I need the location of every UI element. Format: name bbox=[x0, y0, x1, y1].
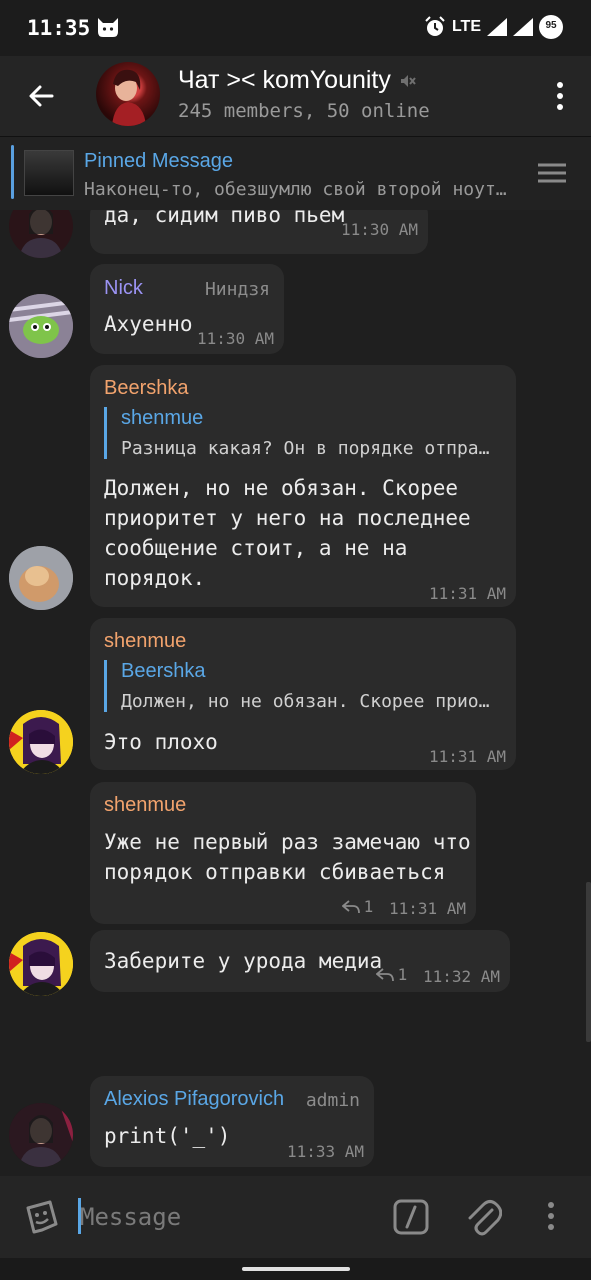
cat-notification-icon bbox=[98, 18, 118, 37]
sender-role: Ниндзя bbox=[204, 279, 270, 300]
message-bubble[interactable]: shenmue Beershka Должен, но не обязан. С… bbox=[90, 618, 516, 770]
status-icons: LTE 95 bbox=[424, 15, 563, 39]
reply-text: Разница какая? Он в порядке отпра… bbox=[121, 438, 490, 459]
message-text: Заберите у урода медиа bbox=[104, 949, 383, 973]
sender-name[interactable]: Beershka bbox=[104, 377, 189, 400]
reply-quote[interactable]: shenmue Разница какая? Он в порядке отпр… bbox=[104, 407, 504, 459]
sender-name[interactable]: shenmue bbox=[104, 794, 186, 817]
message-time: 11:31 AM bbox=[428, 584, 506, 603]
message-text: да, сидим пиво пьем bbox=[104, 210, 345, 227]
message-time: 11:33 AM bbox=[286, 1142, 364, 1161]
reply-arrow-icon bbox=[341, 899, 360, 913]
chat-avatar[interactable] bbox=[96, 62, 160, 126]
avatar-image bbox=[9, 932, 73, 996]
chat-header: Чат >< komYounity 245 members, 50 online bbox=[0, 56, 591, 136]
message-time: 11:31 AM bbox=[388, 898, 466, 918]
status-time: 11:35 bbox=[27, 16, 91, 40]
reply-count[interactable]: 1 bbox=[341, 897, 374, 916]
chat-avatar-image bbox=[112, 69, 146, 126]
message-composer bbox=[0, 1176, 591, 1258]
message-input[interactable] bbox=[80, 1197, 370, 1237]
sender-name[interactable]: Alexios Pifagorovich bbox=[104, 1088, 284, 1111]
avatar[interactable] bbox=[9, 210, 73, 258]
pinned-text: Наконец-то, обезшумлю свой второй ноут… bbox=[84, 179, 507, 200]
sticker-icon[interactable] bbox=[22, 1198, 60, 1236]
avatar[interactable] bbox=[9, 710, 73, 774]
network-type: LTE bbox=[451, 18, 481, 35]
avatar[interactable] bbox=[9, 1103, 73, 1167]
message-bubble[interactable]: Beershka shenmue Разница какая? Он в пор… bbox=[90, 365, 516, 607]
avatar[interactable] bbox=[9, 932, 73, 996]
message-text: print('_') bbox=[104, 1124, 231, 1148]
avatar-image bbox=[9, 294, 73, 358]
sender-name[interactable]: shenmue bbox=[104, 630, 186, 653]
attach-icon[interactable] bbox=[464, 1196, 502, 1238]
message-time: 11:31 AM bbox=[428, 747, 506, 766]
avatar-image bbox=[9, 546, 73, 610]
system-nav-bar bbox=[0, 1258, 591, 1280]
message-bubble[interactable]: Заберите у урода медиа 1 11:32 AM bbox=[90, 930, 510, 992]
mute-icon bbox=[400, 74, 416, 87]
back-arrow-icon[interactable] bbox=[20, 74, 64, 118]
message-time: 11:30 AM bbox=[196, 329, 274, 348]
reply-count-value: 1 bbox=[397, 965, 408, 984]
battery-level: 95 bbox=[545, 20, 557, 31]
reply-text: Должен, но не обязан. Скорее прио… bbox=[121, 691, 490, 712]
message-text: Уже не первый раз замечаю что порядок от… bbox=[104, 830, 471, 884]
chat-title: Чат >< komYounity bbox=[178, 66, 391, 94]
reply-count[interactable]: 1 bbox=[375, 965, 408, 984]
pinned-title: Pinned Message bbox=[84, 150, 233, 172]
avatar-image bbox=[19, 210, 63, 258]
alarm-icon bbox=[425, 16, 445, 36]
reply-quote[interactable]: Beershka Должен, но не обязан. Скорее пр… bbox=[104, 660, 504, 712]
reply-count-value: 1 bbox=[363, 897, 374, 916]
message-list[interactable]: да, сидим пиво пьем 11:30 AM Nick Ниндзя… bbox=[0, 210, 591, 1176]
message-meta: 1 11:32 AM bbox=[375, 965, 500, 986]
message-text: Должен, но не обязан. Скорее приоритет у… bbox=[104, 476, 471, 590]
message-time: 11:30 AM bbox=[340, 220, 418, 239]
message-bubble[interactable]: Alexios Pifagorovich admin print('_') 11… bbox=[90, 1076, 374, 1167]
avatar[interactable] bbox=[9, 294, 73, 358]
pinned-list-icon[interactable] bbox=[537, 163, 567, 183]
more-vert-icon[interactable] bbox=[542, 1198, 560, 1234]
signal-icon-2 bbox=[513, 18, 533, 36]
message-time: 11:32 AM bbox=[422, 966, 500, 986]
message-bubble[interactable]: shenmue Уже не первый раз замечаю что по… bbox=[90, 782, 476, 924]
message-bubble[interactable]: да, сидим пиво пьем 11:30 AM bbox=[90, 210, 428, 254]
sender-role: admin bbox=[305, 1090, 360, 1111]
avatar-image bbox=[9, 1103, 73, 1167]
reply-author: shenmue bbox=[121, 407, 204, 429]
avatar-image bbox=[9, 710, 73, 774]
reply-arrow-icon bbox=[375, 967, 394, 981]
message-bubble[interactable]: Nick Ниндзя Ахуенно 11:30 AM bbox=[90, 264, 284, 354]
more-vert-icon[interactable] bbox=[551, 78, 569, 114]
chat-subtitle: 245 members, 50 online bbox=[178, 100, 430, 122]
chat-title-row[interactable]: Чат >< komYounity bbox=[178, 66, 417, 95]
sender-name[interactable]: Nick bbox=[104, 277, 143, 300]
message-text: Ахуенно bbox=[104, 312, 193, 336]
reply-author: Beershka bbox=[121, 660, 206, 682]
status-bar: 11:35 LTE 95 bbox=[0, 0, 591, 56]
pinned-indicator bbox=[11, 145, 14, 199]
signal-icon bbox=[487, 18, 507, 36]
avatar[interactable] bbox=[9, 546, 73, 610]
scrollbar[interactable] bbox=[586, 882, 591, 1042]
battery-icon: 95 bbox=[539, 15, 563, 39]
pinned-thumbnail bbox=[24, 150, 74, 196]
home-gesture-handle[interactable] bbox=[242, 1267, 350, 1271]
message-text: Это плохо bbox=[104, 730, 218, 754]
message-meta: 1 11:31 AM bbox=[341, 897, 466, 918]
bot-commands-icon[interactable] bbox=[392, 1198, 430, 1236]
pinned-message-bar[interactable]: Pinned Message Наконец-то, обезшумлю сво… bbox=[0, 136, 591, 210]
